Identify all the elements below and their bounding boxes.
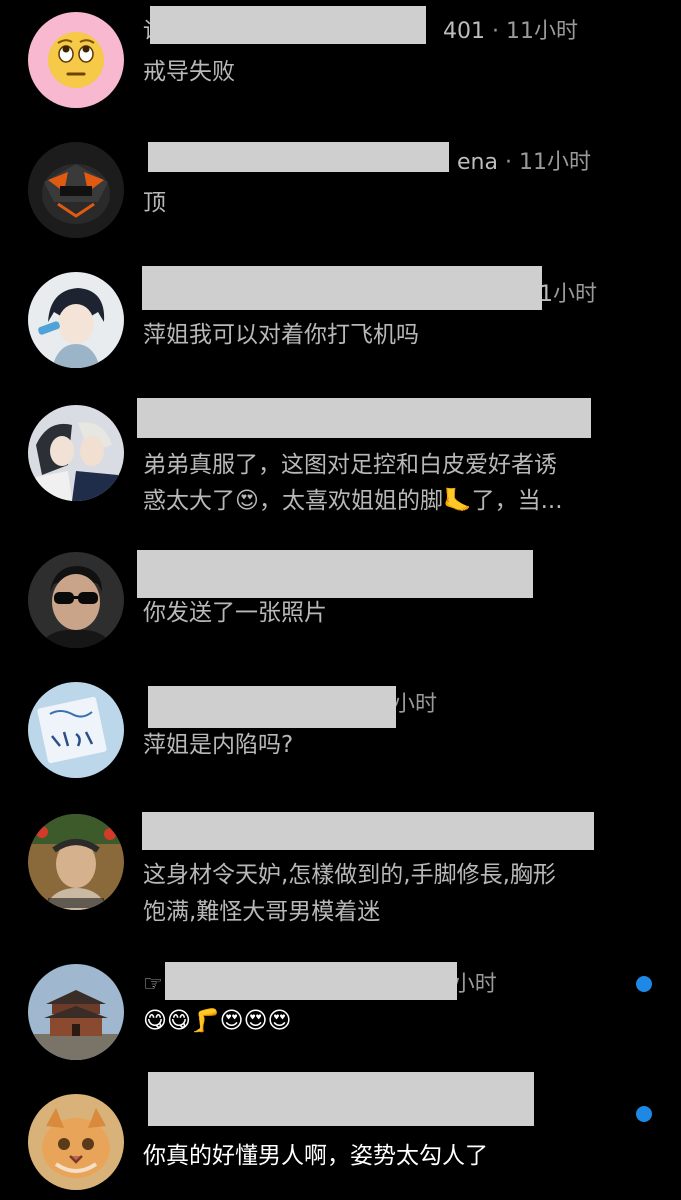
thread-row[interactable]: ena · 11小时 顶: [0, 130, 681, 260]
blue-note-icon: [28, 682, 124, 778]
redaction-box: [137, 398, 591, 438]
avatar-sunglasses-man: [28, 552, 124, 648]
redaction-box: [148, 1072, 534, 1126]
message-thread-list: 讨401 · 11小时 戒导失败 ena · 11小时 顶: [0, 0, 681, 1200]
timestamp: 小时: [393, 692, 438, 717]
message-preview: 😋😋🦵😍😍😍: [143, 1008, 292, 1034]
avatar-anime-couple: [28, 405, 124, 501]
unread-indicator: [636, 976, 652, 992]
sender-name-tail: ena: [457, 150, 498, 175]
thread-row[interactable]: 小时 萍姐是内陷吗?: [0, 672, 681, 802]
thread-row[interactable]: 弟弟真服了，这图对足控和白皮爱好者诱 惑太大了😍，太喜欢姐姐的脚🦶了，当...: [0, 392, 681, 542]
thread-row[interactable]: 1小时 萍姐我可以对着你打飞机吗: [0, 260, 681, 392]
message-preview: 萍姐我可以对着你打飞机吗: [143, 322, 419, 348]
anime-couple-icon: [28, 405, 124, 501]
anime-boy-icon: [28, 272, 124, 368]
helmet-photo-icon: [28, 142, 124, 238]
redaction-box: [148, 142, 449, 172]
sender-name-fragment: ☞: [143, 972, 163, 997]
unread-indicator: [636, 1106, 652, 1122]
eye-roll-emoji-icon: [28, 12, 124, 108]
message-preview: 顶: [143, 190, 166, 216]
thread-row[interactable]: 你发送了一张照片: [0, 542, 681, 672]
message-preview-line-2: 饱满,難怪大哥男模着迷: [143, 899, 381, 925]
message-preview: 萍姐是内陷吗?: [143, 732, 294, 758]
thread-row[interactable]: 这身材令天妒,怎樣做到的,手脚修長,胸形 饱满,難怪大哥男模着迷: [0, 802, 681, 952]
persian-cat-icon: [28, 1094, 124, 1190]
redaction-box: [148, 686, 396, 728]
sender-name-tail: 401: [443, 19, 486, 44]
message-preview: 戒导失败: [143, 59, 235, 85]
thread-row[interactable]: 你真的好懂男人啊，姿势太勾人了: [0, 1072, 681, 1200]
redaction-box: [150, 6, 426, 44]
avatar-persian-cat: [28, 1094, 124, 1190]
thread-row[interactable]: ☞ 小时 😋😋🦵😍😍😍: [0, 952, 681, 1080]
message-preview-line-2: 惑太大了😍，太喜欢姐姐的脚🦶了，当...: [143, 488, 563, 514]
timestamp: 小时: [553, 282, 598, 307]
message-preview-line-1: 这身材令天妒,怎樣做到的,手脚修長,胸形: [143, 862, 556, 888]
avatar-blue-note: [28, 682, 124, 778]
message-preview: 你发送了一张照片: [143, 600, 327, 626]
redaction-box: [142, 812, 594, 850]
timestamp: 小时: [452, 972, 497, 997]
qing-official-icon: [28, 814, 124, 910]
message-preview: 你真的好懂男人啊，姿势太勾人了: [143, 1143, 488, 1169]
thread-row[interactable]: 讨401 · 11小时 戒导失败: [0, 0, 681, 130]
timestamp: 11小时: [506, 19, 578, 44]
timestamp: 11小时: [518, 150, 591, 175]
avatar-anime-boy: [28, 272, 124, 368]
redaction-box: [137, 550, 533, 598]
message-preview-line-1: 弟弟真服了，这图对足控和白皮爱好者诱: [143, 452, 557, 478]
avatar-eye-roll-emoji: [28, 12, 124, 108]
avatar-drum-tower: [28, 964, 124, 1060]
redaction-box: [165, 962, 457, 1000]
redaction-box: [142, 266, 542, 310]
avatar-helmet-photo: [28, 142, 124, 238]
avatar-qing-official: [28, 814, 124, 910]
sunglasses-man-icon: [28, 552, 124, 648]
drum-tower-icon: [28, 964, 124, 1060]
